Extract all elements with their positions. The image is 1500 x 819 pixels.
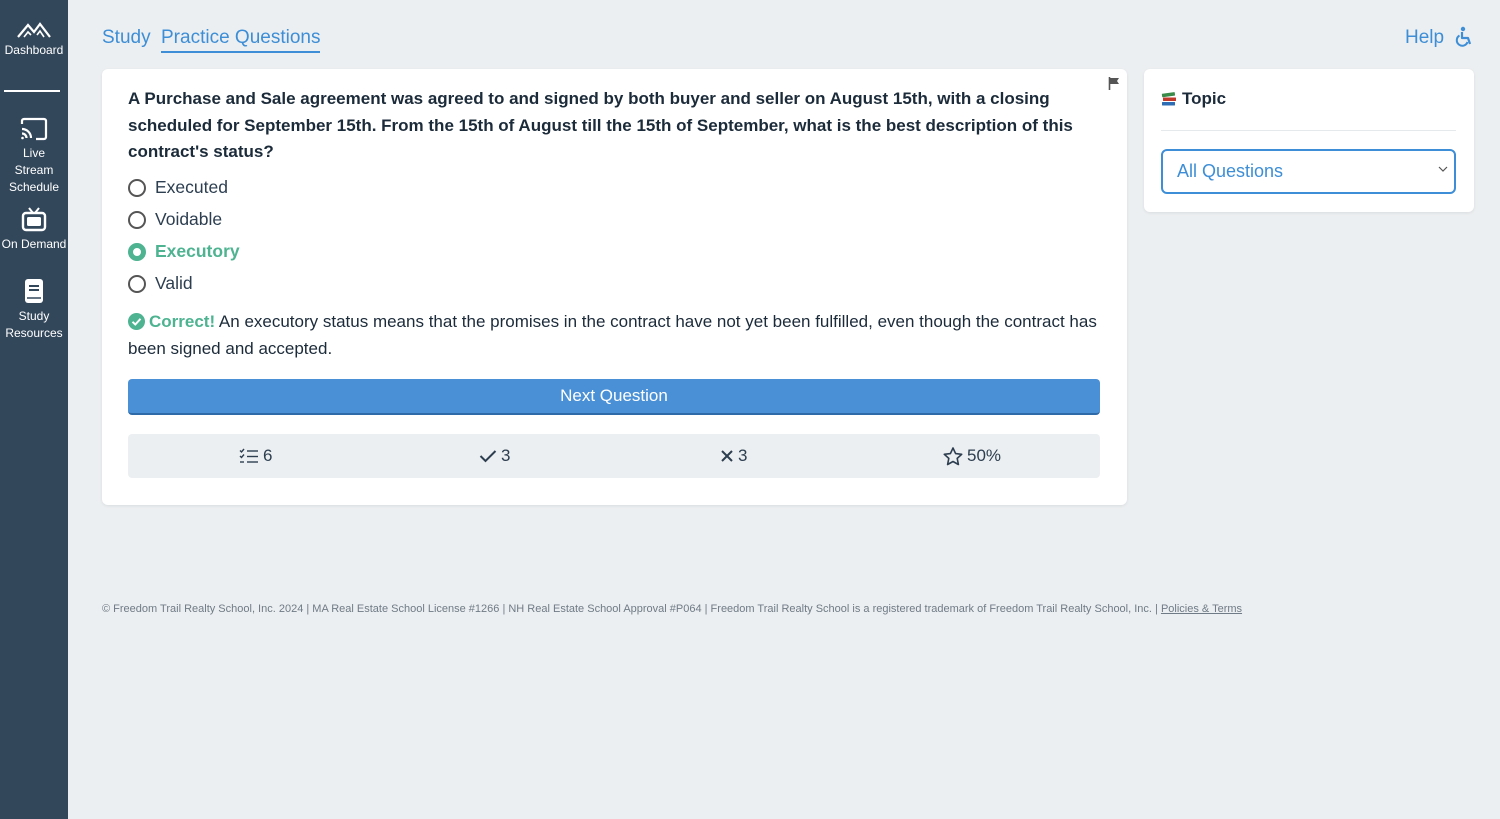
tab-practice-questions[interactable]: Practice Questions (161, 27, 321, 53)
option-executory[interactable]: Executory (128, 241, 240, 262)
topic-card: Topic All Questions (1144, 69, 1474, 212)
stat-total: 6 (239, 434, 272, 478)
stat-incorrect: 3 (720, 434, 747, 478)
mountain-logo-icon (17, 22, 51, 38)
radio-button-selected[interactable] (128, 242, 146, 261)
check-circle-icon (128, 313, 145, 330)
topic-title: Topic (1182, 89, 1227, 108)
chevron-down-icon (1438, 166, 1448, 172)
question-card: A Purchase and Sale agreement was agreed… (102, 69, 1127, 505)
sidebar-item-study-resources[interactable]: Study Resources (0, 278, 68, 342)
stat-correct: 3 (479, 434, 510, 478)
option-valid[interactable]: Valid (128, 273, 193, 294)
feedback-label: Correct! (149, 312, 216, 331)
stat-correct-value: 3 (501, 446, 511, 465)
flag-icon[interactable] (1108, 77, 1120, 95)
sidebar-item-label: Live Stream Schedule (8, 146, 60, 194)
sidebar-divider (4, 90, 60, 92)
option-executed[interactable]: Executed (128, 177, 228, 198)
help-link[interactable]: Help (1405, 27, 1444, 49)
sidebar-item-label: Dashboard (4, 43, 64, 57)
topic-select[interactable]: All Questions (1161, 149, 1456, 194)
topic-select-value: All Questions (1177, 161, 1284, 181)
next-question-button[interactable]: Next Question (128, 379, 1100, 415)
stat-total-value: 6 (263, 446, 273, 465)
option-voidable[interactable]: Voidable (128, 209, 222, 230)
sidebar-item-label: Study Resources (5, 309, 63, 340)
sidebar: Dashboard Live Stream Schedule On Demand… (0, 0, 68, 819)
stat-incorrect-value: 3 (738, 446, 748, 465)
books-icon (1161, 92, 1176, 106)
feedback-text: An executory status means that the promi… (128, 312, 1097, 358)
sidebar-item-on-demand[interactable]: On Demand (0, 206, 68, 253)
checklist-icon (239, 448, 258, 463)
option-label: Valid (155, 273, 193, 293)
check-icon (479, 450, 497, 463)
radio-button[interactable] (128, 178, 146, 197)
star-icon (943, 446, 963, 465)
option-label: Executed (155, 177, 228, 197)
tv-icon (21, 207, 47, 232)
x-icon (721, 450, 733, 462)
sidebar-item-label: On Demand (1, 237, 67, 251)
stat-score: 50% (943, 434, 1001, 478)
divider (1161, 130, 1456, 131)
book-icon (25, 279, 43, 303)
radio-button[interactable] (128, 210, 146, 229)
answer-feedback: Correct! An executory status means that … (128, 309, 1103, 362)
stat-score-value: 50% (967, 446, 1002, 465)
policies-terms-link[interactable]: Policies & Terms (1161, 603, 1242, 615)
option-label: Executory (155, 241, 240, 261)
sidebar-item-live-stream[interactable]: Live Stream Schedule (0, 117, 68, 196)
option-label: Voidable (155, 209, 223, 229)
radio-button[interactable] (128, 274, 146, 293)
accessibility-icon[interactable] (1453, 26, 1475, 53)
question-text: A Purchase and Sale agreement was agreed… (128, 89, 1073, 161)
topic-heading: Topic (1161, 89, 1226, 109)
cast-icon (20, 117, 48, 141)
sidebar-item-dashboard[interactable]: Dashboard (0, 20, 68, 59)
stats-bar: 6 3 3 50% (128, 434, 1100, 478)
footer: © Freedom Trail Realty School, Inc. 2024… (102, 603, 1242, 615)
footer-text: © Freedom Trail Realty School, Inc. 2024… (102, 603, 1161, 615)
tab-study[interactable]: Study (102, 27, 151, 49)
